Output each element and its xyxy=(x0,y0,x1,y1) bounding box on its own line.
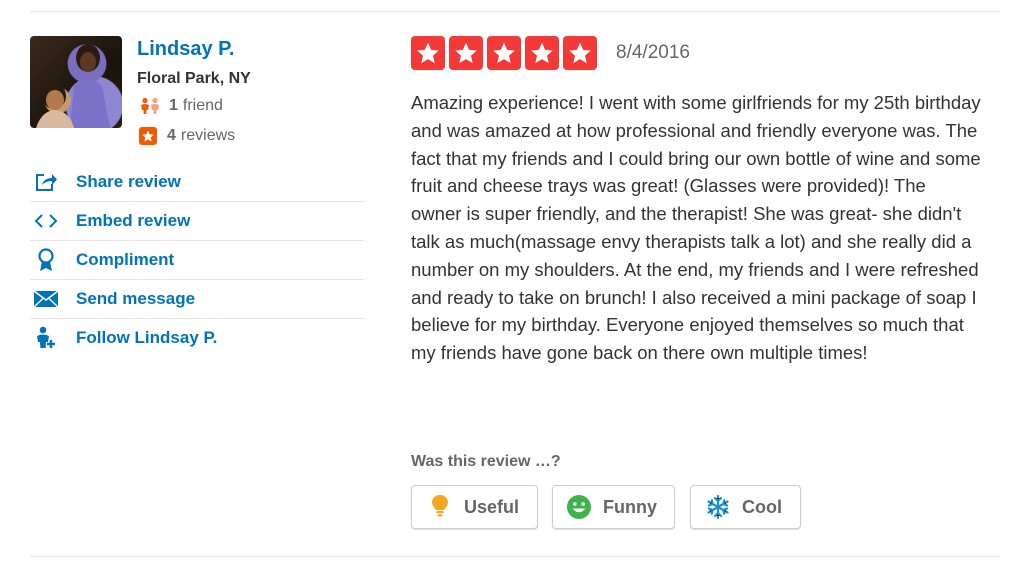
rating-star-icon xyxy=(449,36,483,70)
review-star-icon xyxy=(139,127,157,145)
share-icon xyxy=(32,170,60,194)
avatar[interactable] xyxy=(30,36,122,128)
follow-user-icon xyxy=(32,326,60,350)
cool-button[interactable]: Cool xyxy=(690,485,801,529)
friend-count-value: 1 xyxy=(169,97,178,114)
embed-review-label: Embed review xyxy=(76,211,191,230)
top-divider xyxy=(30,11,1000,12)
embed-icon xyxy=(32,209,60,233)
funny-label: Funny xyxy=(603,496,657,517)
friends-icon xyxy=(139,97,161,115)
useful-label: Useful xyxy=(464,496,520,517)
lightbulb-icon xyxy=(427,494,453,520)
review-date: 8/4/2016 xyxy=(616,42,690,63)
review-count-value: 4 xyxy=(167,127,176,144)
cool-label: Cool xyxy=(742,496,782,517)
snowflake-icon xyxy=(705,494,731,520)
share-review-label: Share review xyxy=(76,172,181,191)
review-text: Amazing experience! I went with some gir… xyxy=(411,92,981,364)
vote-prompt: Was this review …? xyxy=(411,453,561,470)
compliment-action[interactable]: Compliment xyxy=(30,241,365,280)
review-count: 4 reviews xyxy=(139,127,235,145)
star-rating xyxy=(411,36,597,70)
rating-star-icon xyxy=(563,36,597,70)
share-review-action[interactable]: Share review xyxy=(30,163,365,202)
useful-button[interactable]: Useful xyxy=(411,485,538,529)
funny-button[interactable]: Funny xyxy=(552,485,675,529)
envelope-icon xyxy=(32,287,60,311)
smiley-icon xyxy=(566,494,592,520)
user-location: Floral Park, NY xyxy=(137,70,251,87)
user-name-link[interactable]: Lindsay P. xyxy=(137,38,234,61)
send-message-action[interactable]: Send message xyxy=(30,280,365,319)
friend-count: 1 friend xyxy=(139,97,223,115)
compliment-label: Compliment xyxy=(76,250,175,269)
review-actions: Share review Embed review Compliment Sen… xyxy=(30,163,365,357)
rating-star-icon xyxy=(487,36,521,70)
award-ribbon-icon xyxy=(32,248,60,272)
avatar-photo xyxy=(36,44,110,128)
send-message-label: Send message xyxy=(76,289,196,308)
follow-user-action[interactable]: Follow Lindsay P. xyxy=(30,319,365,357)
embed-review-action[interactable]: Embed review xyxy=(30,202,365,241)
rating-star-icon xyxy=(525,36,559,70)
review-count-label: reviews xyxy=(180,127,236,144)
follow-user-label: Follow Lindsay P. xyxy=(76,328,218,347)
rating-star-icon xyxy=(411,36,445,70)
bottom-divider xyxy=(30,556,1000,557)
friend-count-label: friend xyxy=(182,97,223,114)
